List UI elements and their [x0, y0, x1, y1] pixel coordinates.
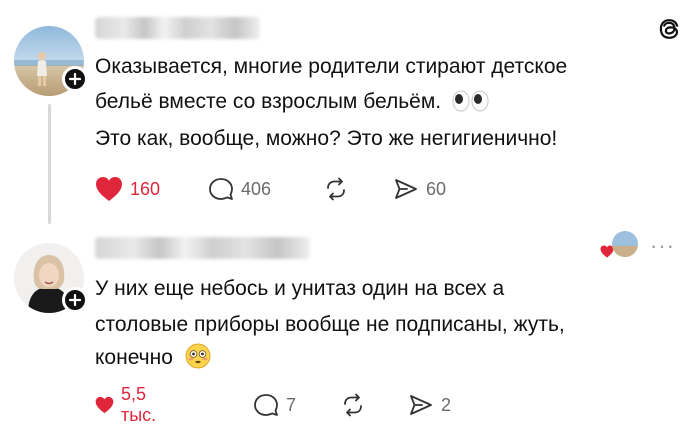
- thread-connector-line: [48, 104, 51, 224]
- comment-bubble-icon: [209, 178, 233, 200]
- comment-bubble-icon: [254, 394, 278, 416]
- heart-icon: [96, 177, 122, 201]
- flushed-face-emoji-icon: [185, 343, 211, 369]
- share-count: 2: [441, 394, 452, 415]
- follow-plus-button[interactable]: [62, 287, 88, 313]
- reply-button[interactable]: 406: [208, 174, 271, 204]
- plus-icon: [69, 294, 81, 306]
- username-blurred[interactable]: [95, 17, 260, 39]
- threads-logo-icon: [659, 19, 679, 39]
- follow-plus-button[interactable]: [62, 66, 88, 92]
- username-blurred[interactable]: [95, 237, 310, 259]
- like-button[interactable]: 160: [95, 174, 160, 204]
- send-icon: [410, 395, 432, 415]
- more-options-icon[interactable]: ···: [650, 233, 675, 259]
- reply-count: 7: [286, 394, 297, 415]
- like-count: 5,5 тыс.: [120, 384, 157, 425]
- eyes-emoji-icon: [452, 90, 489, 112]
- post-text-line-1: У них еще небось и унитаз один на всех а: [95, 277, 505, 300]
- repost-icon: [344, 393, 362, 417]
- post-text-line-2-text: бельё вместе со взрослым бельём.: [95, 90, 442, 113]
- post-text-line-2: столовые приборы вообще не подписаны, жу…: [95, 313, 565, 336]
- repost-button[interactable]: [323, 174, 349, 204]
- author-liked-avatar: [612, 231, 638, 257]
- repost-button[interactable]: [340, 390, 366, 420]
- post-2: ··· У них еще небось и унитаз один на вс…: [0, 225, 700, 431]
- like-count: 160: [130, 178, 161, 199]
- send-icon: [395, 179, 417, 199]
- repost-icon: [327, 177, 345, 201]
- share-button[interactable]: 60: [393, 174, 446, 204]
- plus-icon: [69, 73, 81, 85]
- heart-icon: [95, 396, 114, 414]
- post-1: Оказывается, многие родители стирают дет…: [0, 0, 700, 225]
- reply-button[interactable]: 7: [253, 390, 296, 420]
- post-text-line-3-text: конечно: [95, 346, 173, 369]
- share-count: 60: [426, 178, 447, 199]
- post-text-line-3: Это как, вообще, можно? Это же негигиени…: [95, 127, 558, 150]
- post-text-line-3: конечно: [95, 343, 211, 372]
- like-button[interactable]: 5,5 тыс.: [95, 384, 165, 425]
- reply-count: 406: [241, 178, 272, 199]
- post-text-line-1: Оказывается, многие родители стирают дет…: [95, 55, 568, 78]
- share-button[interactable]: 2: [408, 390, 451, 420]
- post-text-line-2: бельё вместе со взрослым бельём.: [95, 88, 491, 116]
